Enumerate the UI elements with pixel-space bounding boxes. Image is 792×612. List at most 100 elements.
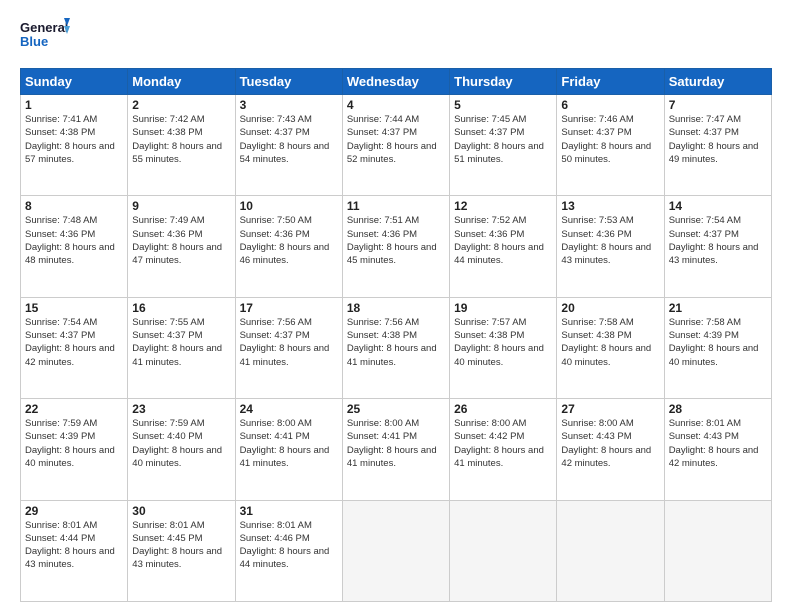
calendar-cell: 11 Sunrise: 7:51 AM Sunset: 4:36 PM Dayl… xyxy=(342,196,449,297)
calendar-cell: 23 Sunrise: 7:59 AM Sunset: 4:40 PM Dayl… xyxy=(128,399,235,500)
calendar-cell: 6 Sunrise: 7:46 AM Sunset: 4:37 PM Dayli… xyxy=(557,95,664,196)
svg-text:Blue: Blue xyxy=(20,34,48,49)
calendar-cell: 21 Sunrise: 7:58 AM Sunset: 4:39 PM Dayl… xyxy=(664,297,771,398)
day-info: Sunrise: 8:00 AM Sunset: 4:41 PM Dayligh… xyxy=(240,417,338,470)
day-number: 1 xyxy=(25,98,123,112)
day-info: Sunrise: 7:41 AM Sunset: 4:38 PM Dayligh… xyxy=(25,113,123,166)
calendar-cell: 2 Sunrise: 7:42 AM Sunset: 4:38 PM Dayli… xyxy=(128,95,235,196)
day-info: Sunrise: 7:47 AM Sunset: 4:37 PM Dayligh… xyxy=(669,113,767,166)
day-info: Sunrise: 7:53 AM Sunset: 4:36 PM Dayligh… xyxy=(561,214,659,267)
day-info: Sunrise: 8:01 AM Sunset: 4:43 PM Dayligh… xyxy=(669,417,767,470)
calendar-cell: 16 Sunrise: 7:55 AM Sunset: 4:37 PM Dayl… xyxy=(128,297,235,398)
weekday-header-wednesday: Wednesday xyxy=(342,69,449,95)
day-info: Sunrise: 7:48 AM Sunset: 4:36 PM Dayligh… xyxy=(25,214,123,267)
calendar-cell: 8 Sunrise: 7:48 AM Sunset: 4:36 PM Dayli… xyxy=(21,196,128,297)
day-info: Sunrise: 7:54 AM Sunset: 4:37 PM Dayligh… xyxy=(25,316,123,369)
day-info: Sunrise: 7:57 AM Sunset: 4:38 PM Dayligh… xyxy=(454,316,552,369)
calendar-cell: 12 Sunrise: 7:52 AM Sunset: 4:36 PM Dayl… xyxy=(450,196,557,297)
calendar-cell: 14 Sunrise: 7:54 AM Sunset: 4:37 PM Dayl… xyxy=(664,196,771,297)
calendar-cell: 3 Sunrise: 7:43 AM Sunset: 4:37 PM Dayli… xyxy=(235,95,342,196)
calendar-cell: 18 Sunrise: 7:56 AM Sunset: 4:38 PM Dayl… xyxy=(342,297,449,398)
day-number: 10 xyxy=(240,199,338,213)
day-number: 7 xyxy=(669,98,767,112)
day-info: Sunrise: 8:01 AM Sunset: 4:45 PM Dayligh… xyxy=(132,519,230,572)
day-number: 27 xyxy=(561,402,659,416)
calendar-cell: 4 Sunrise: 7:44 AM Sunset: 4:37 PM Dayli… xyxy=(342,95,449,196)
day-number: 3 xyxy=(240,98,338,112)
calendar-cell: 1 Sunrise: 7:41 AM Sunset: 4:38 PM Dayli… xyxy=(21,95,128,196)
day-info: Sunrise: 7:44 AM Sunset: 4:37 PM Dayligh… xyxy=(347,113,445,166)
day-info: Sunrise: 7:58 AM Sunset: 4:38 PM Dayligh… xyxy=(561,316,659,369)
day-number: 31 xyxy=(240,504,338,518)
calendar-cell xyxy=(342,500,449,601)
logo-svg: General Blue xyxy=(20,16,70,58)
day-number: 14 xyxy=(669,199,767,213)
day-info: Sunrise: 7:59 AM Sunset: 4:40 PM Dayligh… xyxy=(132,417,230,470)
weekday-header-thursday: Thursday xyxy=(450,69,557,95)
day-number: 23 xyxy=(132,402,230,416)
weekday-header-sunday: Sunday xyxy=(21,69,128,95)
calendar-cell: 19 Sunrise: 7:57 AM Sunset: 4:38 PM Dayl… xyxy=(450,297,557,398)
day-info: Sunrise: 8:00 AM Sunset: 4:41 PM Dayligh… xyxy=(347,417,445,470)
day-number: 18 xyxy=(347,301,445,315)
day-info: Sunrise: 8:00 AM Sunset: 4:42 PM Dayligh… xyxy=(454,417,552,470)
day-number: 2 xyxy=(132,98,230,112)
day-info: Sunrise: 8:01 AM Sunset: 4:44 PM Dayligh… xyxy=(25,519,123,572)
day-info: Sunrise: 7:51 AM Sunset: 4:36 PM Dayligh… xyxy=(347,214,445,267)
day-info: Sunrise: 7:49 AM Sunset: 4:36 PM Dayligh… xyxy=(132,214,230,267)
day-number: 22 xyxy=(25,402,123,416)
day-number: 21 xyxy=(669,301,767,315)
day-info: Sunrise: 7:50 AM Sunset: 4:36 PM Dayligh… xyxy=(240,214,338,267)
svg-text:General: General xyxy=(20,20,68,35)
calendar-cell: 28 Sunrise: 8:01 AM Sunset: 4:43 PM Dayl… xyxy=(664,399,771,500)
day-info: Sunrise: 7:56 AM Sunset: 4:38 PM Dayligh… xyxy=(347,316,445,369)
calendar-cell: 9 Sunrise: 7:49 AM Sunset: 4:36 PM Dayli… xyxy=(128,196,235,297)
day-number: 29 xyxy=(25,504,123,518)
weekday-header-friday: Friday xyxy=(557,69,664,95)
calendar-cell: 22 Sunrise: 7:59 AM Sunset: 4:39 PM Dayl… xyxy=(21,399,128,500)
page: General Blue SundayMondayTuesdayWednesda… xyxy=(0,0,792,612)
calendar-cell: 30 Sunrise: 8:01 AM Sunset: 4:45 PM Dayl… xyxy=(128,500,235,601)
header: General Blue xyxy=(20,16,772,58)
day-number: 8 xyxy=(25,199,123,213)
day-number: 19 xyxy=(454,301,552,315)
day-number: 16 xyxy=(132,301,230,315)
calendar-cell: 26 Sunrise: 8:00 AM Sunset: 4:42 PM Dayl… xyxy=(450,399,557,500)
calendar-cell xyxy=(557,500,664,601)
day-info: Sunrise: 7:43 AM Sunset: 4:37 PM Dayligh… xyxy=(240,113,338,166)
day-number: 26 xyxy=(454,402,552,416)
day-info: Sunrise: 7:56 AM Sunset: 4:37 PM Dayligh… xyxy=(240,316,338,369)
day-info: Sunrise: 7:54 AM Sunset: 4:37 PM Dayligh… xyxy=(669,214,767,267)
calendar-cell: 31 Sunrise: 8:01 AM Sunset: 4:46 PM Dayl… xyxy=(235,500,342,601)
weekday-header-monday: Monday xyxy=(128,69,235,95)
weekday-header-tuesday: Tuesday xyxy=(235,69,342,95)
day-number: 11 xyxy=(347,199,445,213)
day-number: 30 xyxy=(132,504,230,518)
calendar-cell: 27 Sunrise: 8:00 AM Sunset: 4:43 PM Dayl… xyxy=(557,399,664,500)
day-number: 13 xyxy=(561,199,659,213)
weekday-header-saturday: Saturday xyxy=(664,69,771,95)
day-number: 20 xyxy=(561,301,659,315)
day-info: Sunrise: 7:45 AM Sunset: 4:37 PM Dayligh… xyxy=(454,113,552,166)
calendar-cell: 10 Sunrise: 7:50 AM Sunset: 4:36 PM Dayl… xyxy=(235,196,342,297)
day-info: Sunrise: 7:42 AM Sunset: 4:38 PM Dayligh… xyxy=(132,113,230,166)
calendar: SundayMondayTuesdayWednesdayThursdayFrid… xyxy=(20,68,772,602)
logo: General Blue xyxy=(20,16,70,58)
calendar-cell: 24 Sunrise: 8:00 AM Sunset: 4:41 PM Dayl… xyxy=(235,399,342,500)
day-number: 5 xyxy=(454,98,552,112)
calendar-cell: 17 Sunrise: 7:56 AM Sunset: 4:37 PM Dayl… xyxy=(235,297,342,398)
day-number: 24 xyxy=(240,402,338,416)
day-info: Sunrise: 7:52 AM Sunset: 4:36 PM Dayligh… xyxy=(454,214,552,267)
calendar-cell xyxy=(664,500,771,601)
day-info: Sunrise: 8:01 AM Sunset: 4:46 PM Dayligh… xyxy=(240,519,338,572)
day-info: Sunrise: 7:59 AM Sunset: 4:39 PM Dayligh… xyxy=(25,417,123,470)
calendar-cell: 5 Sunrise: 7:45 AM Sunset: 4:37 PM Dayli… xyxy=(450,95,557,196)
day-info: Sunrise: 7:55 AM Sunset: 4:37 PM Dayligh… xyxy=(132,316,230,369)
calendar-cell: 20 Sunrise: 7:58 AM Sunset: 4:38 PM Dayl… xyxy=(557,297,664,398)
day-number: 25 xyxy=(347,402,445,416)
day-number: 4 xyxy=(347,98,445,112)
day-number: 28 xyxy=(669,402,767,416)
day-number: 6 xyxy=(561,98,659,112)
day-number: 9 xyxy=(132,199,230,213)
calendar-cell: 29 Sunrise: 8:01 AM Sunset: 4:44 PM Dayl… xyxy=(21,500,128,601)
